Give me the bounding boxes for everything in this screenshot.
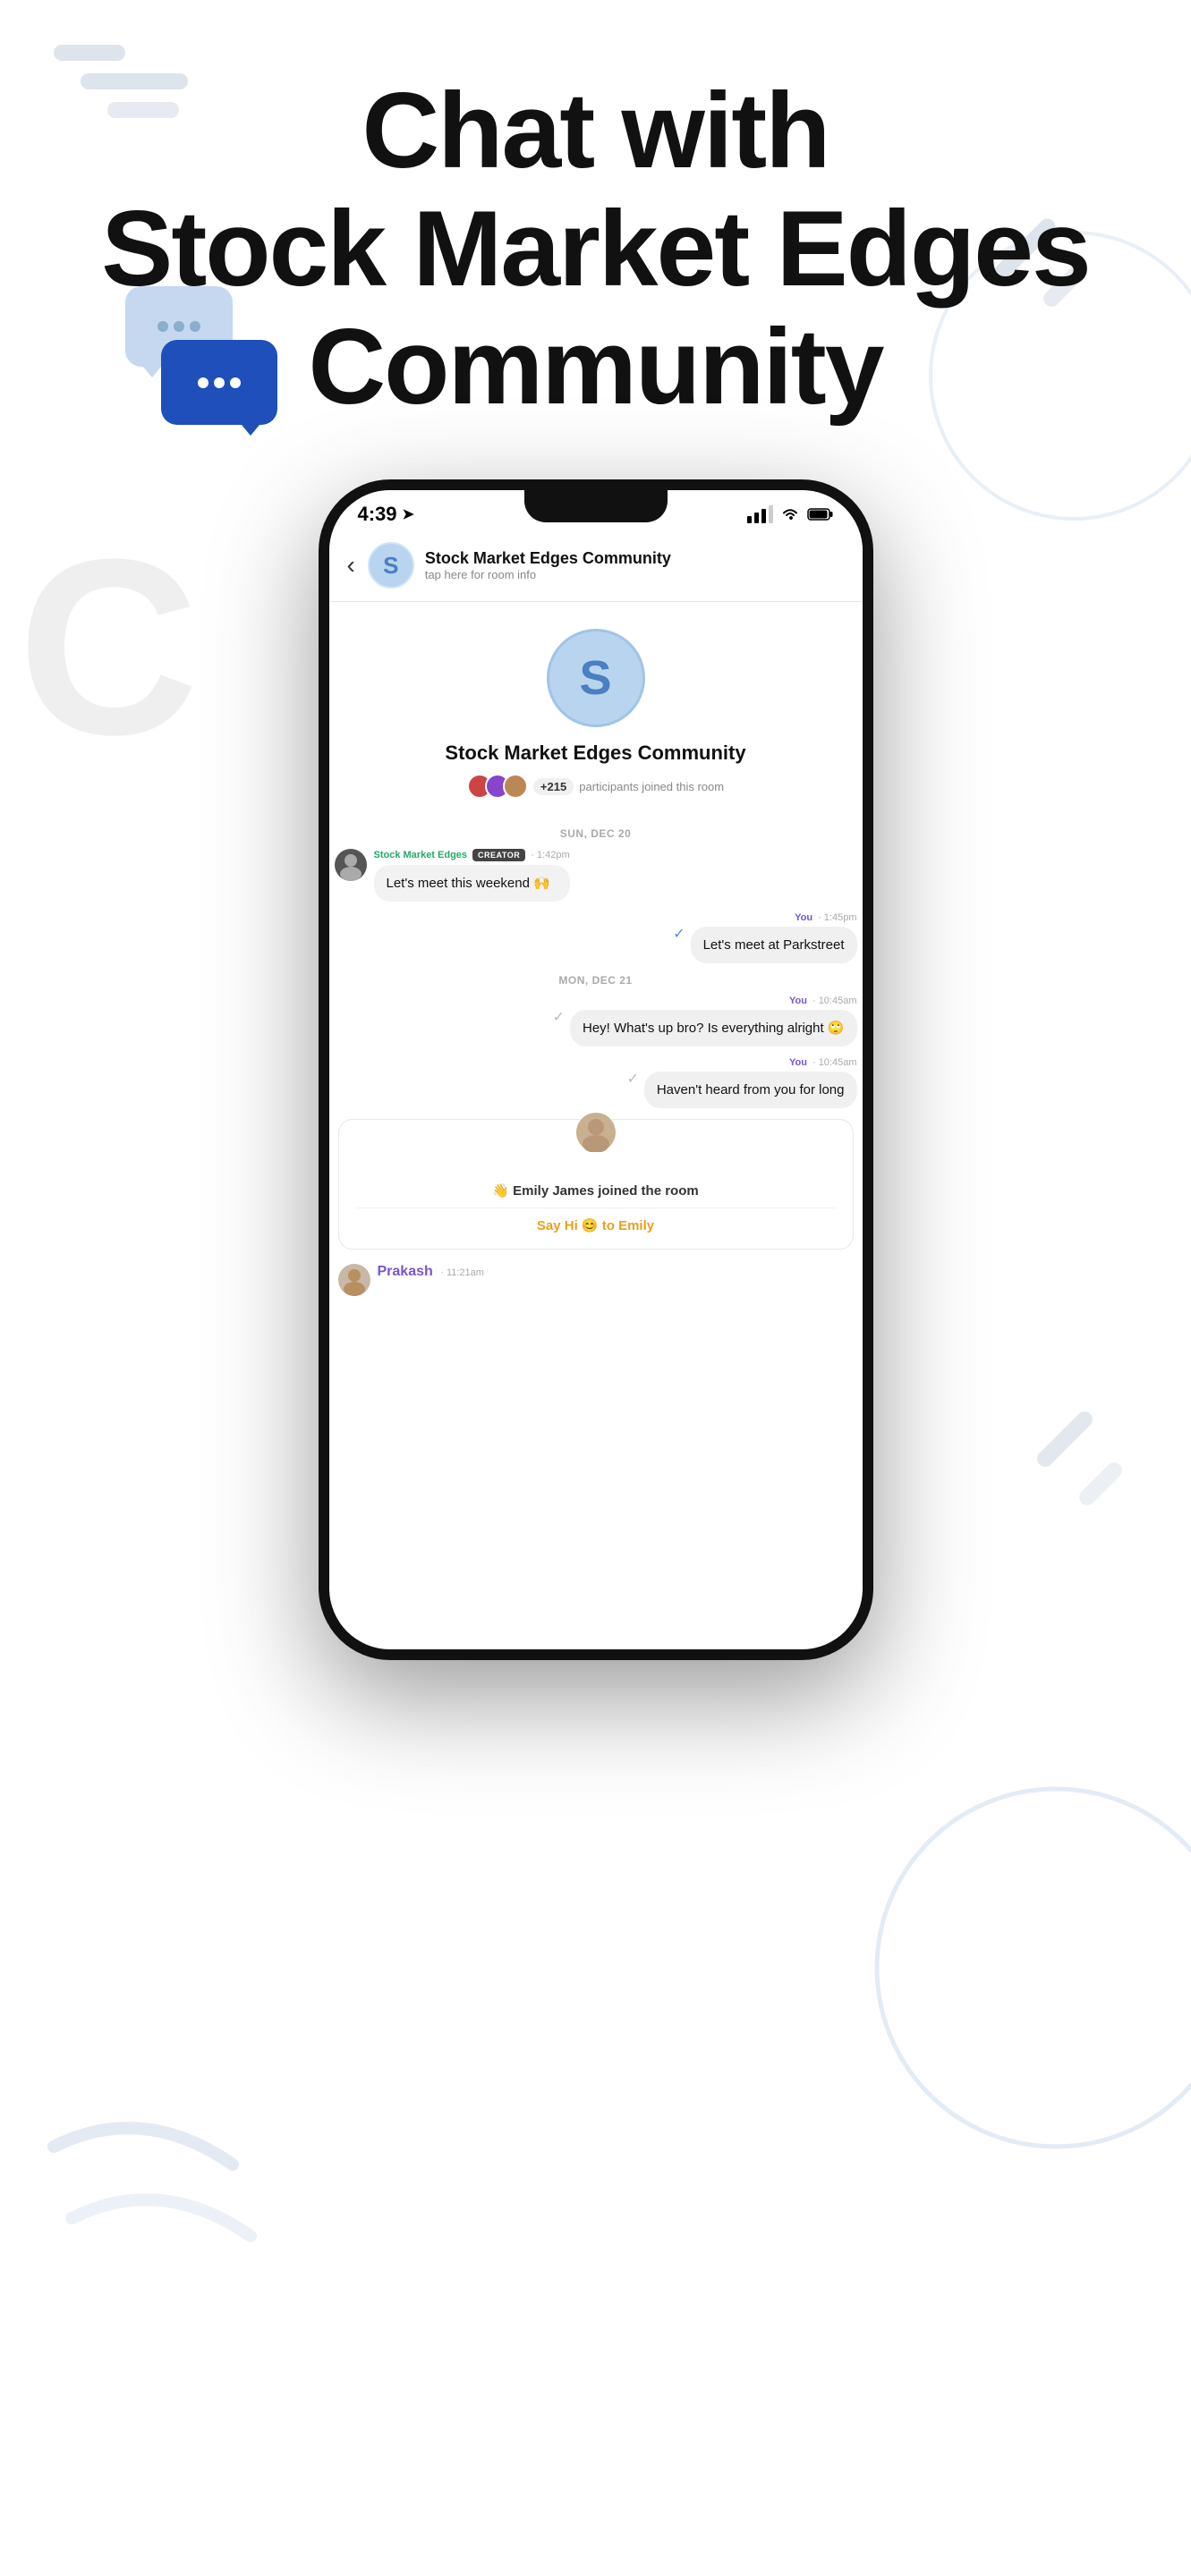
back-button[interactable]: ‹ [347,551,355,580]
msg-meta-3: You · 10:45am [789,996,857,1006]
time-display: 4:39 [358,503,397,526]
title-line3: Community [309,307,883,427]
prakash-time: · [440,1267,447,1278]
sent-check-icon-2: ✓ [553,1008,565,1026]
signal-icon [747,505,773,523]
room-center-info: S Stock Market Edges Community +215 part… [329,602,863,817]
join-text: 👋 Emily James joined the room [357,1182,835,1199]
title-line1: Chat with [362,71,829,191]
participant-avatars [467,774,528,799]
room-big-name: Stock Market Edges Community [445,741,745,765]
say-hi-button[interactable]: Say Hi 😊 to Emily [537,1218,654,1233]
room-header-info[interactable]: Stock Market Edges Community tap here fo… [425,549,671,581]
wifi-icon [780,507,800,521]
say-hi-row: Say Hi 😊 to Emily [357,1208,835,1234]
message-row-3: You · 10:45am Hey! What's up bro? Is eve… [329,996,863,1046]
prakash-timestamp: 11:21am [447,1267,484,1278]
msg-content-1: Stock Market Edges CREATOR · 1:42pm Let'… [374,849,570,902]
chat-header[interactable]: ‹ S Stock Market Edges Community tap her… [329,533,863,602]
msg-content-4: You · 10:45am Haven't heard from you for… [644,1057,857,1108]
join-notification: 👋 Emily James joined the room Say Hi 😊 t… [338,1119,854,1250]
sender-name-you-2: You [789,996,807,1006]
date-divider-sunday: SUN, DEC 20 [329,827,863,840]
msg-bubble-2: Let's meet at Parkstreet [691,927,857,963]
participants-count: +215 [533,778,574,795]
phone-notch [524,490,668,522]
room-header-subtitle: tap here for room info [425,568,671,581]
status-icons [747,505,834,523]
message-row-1: Stock Market Edges CREATOR · 1:42pm Let'… [329,849,863,902]
chat-body: S Stock Market Edges Community +215 part… [329,602,863,1649]
phone-wrapper: 4:39 ➤ [0,479,1191,1660]
prakash-meta: Prakash · 11:21am [378,1264,484,1280]
msg-avatar-1 [335,849,367,881]
room-big-avatar: S [547,629,645,727]
room-header-avatar: S [368,542,414,589]
wave-emoji: 👋 [492,1183,513,1199]
msg-time-2: · 1:45pm [818,912,856,923]
msg-content-2: You · 1:45pm Let's meet at Parkstreet [691,912,857,963]
prakash-name: Prakash [378,1264,433,1279]
join-row [357,1134,835,1174]
sent-check-icon-1: ✓ [673,925,685,943]
chat-icon-decoration [125,286,277,425]
msg-time-4: · 10:45am [812,1057,857,1068]
prakash-avatar [338,1264,370,1296]
emily-name: Emily James [513,1183,594,1199]
phone-device: 4:39 ➤ [319,479,873,1660]
msg-bubble-4: Haven't heard from you for long [644,1072,857,1108]
msg-meta-1: Stock Market Edges CREATOR · 1:42pm [374,849,570,861]
msg-bubble-1: Let's meet this weekend 🙌 [374,865,570,902]
msg-meta-2: You · 1:45pm [795,912,856,923]
emily-join-avatar [576,1113,616,1152]
message-row-4: You · 10:45am Haven't heard from you for… [329,1057,863,1108]
msg-bubble-3: Hey! What's up bro? Is everything alrigh… [570,1010,857,1046]
participants-text: participants joined this room [579,780,724,793]
msg-time-3: · 10:45am [812,996,857,1006]
room-header-name: Stock Market Edges Community [425,549,671,568]
message-row-2: You · 1:45pm Let's meet at Parkstreet ✓ [329,912,863,963]
chat-bubble-dark [161,340,277,425]
sender-name-you-3: You [789,1057,807,1068]
msg-meta-4: You · 10:45am [789,1057,857,1068]
sent-check-icon-3: ✓ [626,1070,638,1088]
date-divider-monday: MON, DEC 21 [329,974,863,987]
joined-text: joined the room [598,1183,699,1199]
participants-row: +215 participants joined this room [467,774,724,799]
status-time: 4:39 ➤ [358,503,414,526]
sender-name-you-1: You [795,912,812,923]
location-arrow-icon: ➤ [403,505,414,523]
msg-content-3: You · 10:45am Hey! What's up bro? Is eve… [570,996,857,1046]
sender-name-1: Stock Market Edges [374,850,468,860]
prakash-row: Prakash · 11:21am [329,1257,863,1296]
creator-badge: CREATOR [472,849,525,861]
battery-icon [807,507,834,521]
msg-time-1: · 1:42pm [531,850,569,860]
phone-screen: 4:39 ➤ [329,490,863,1649]
